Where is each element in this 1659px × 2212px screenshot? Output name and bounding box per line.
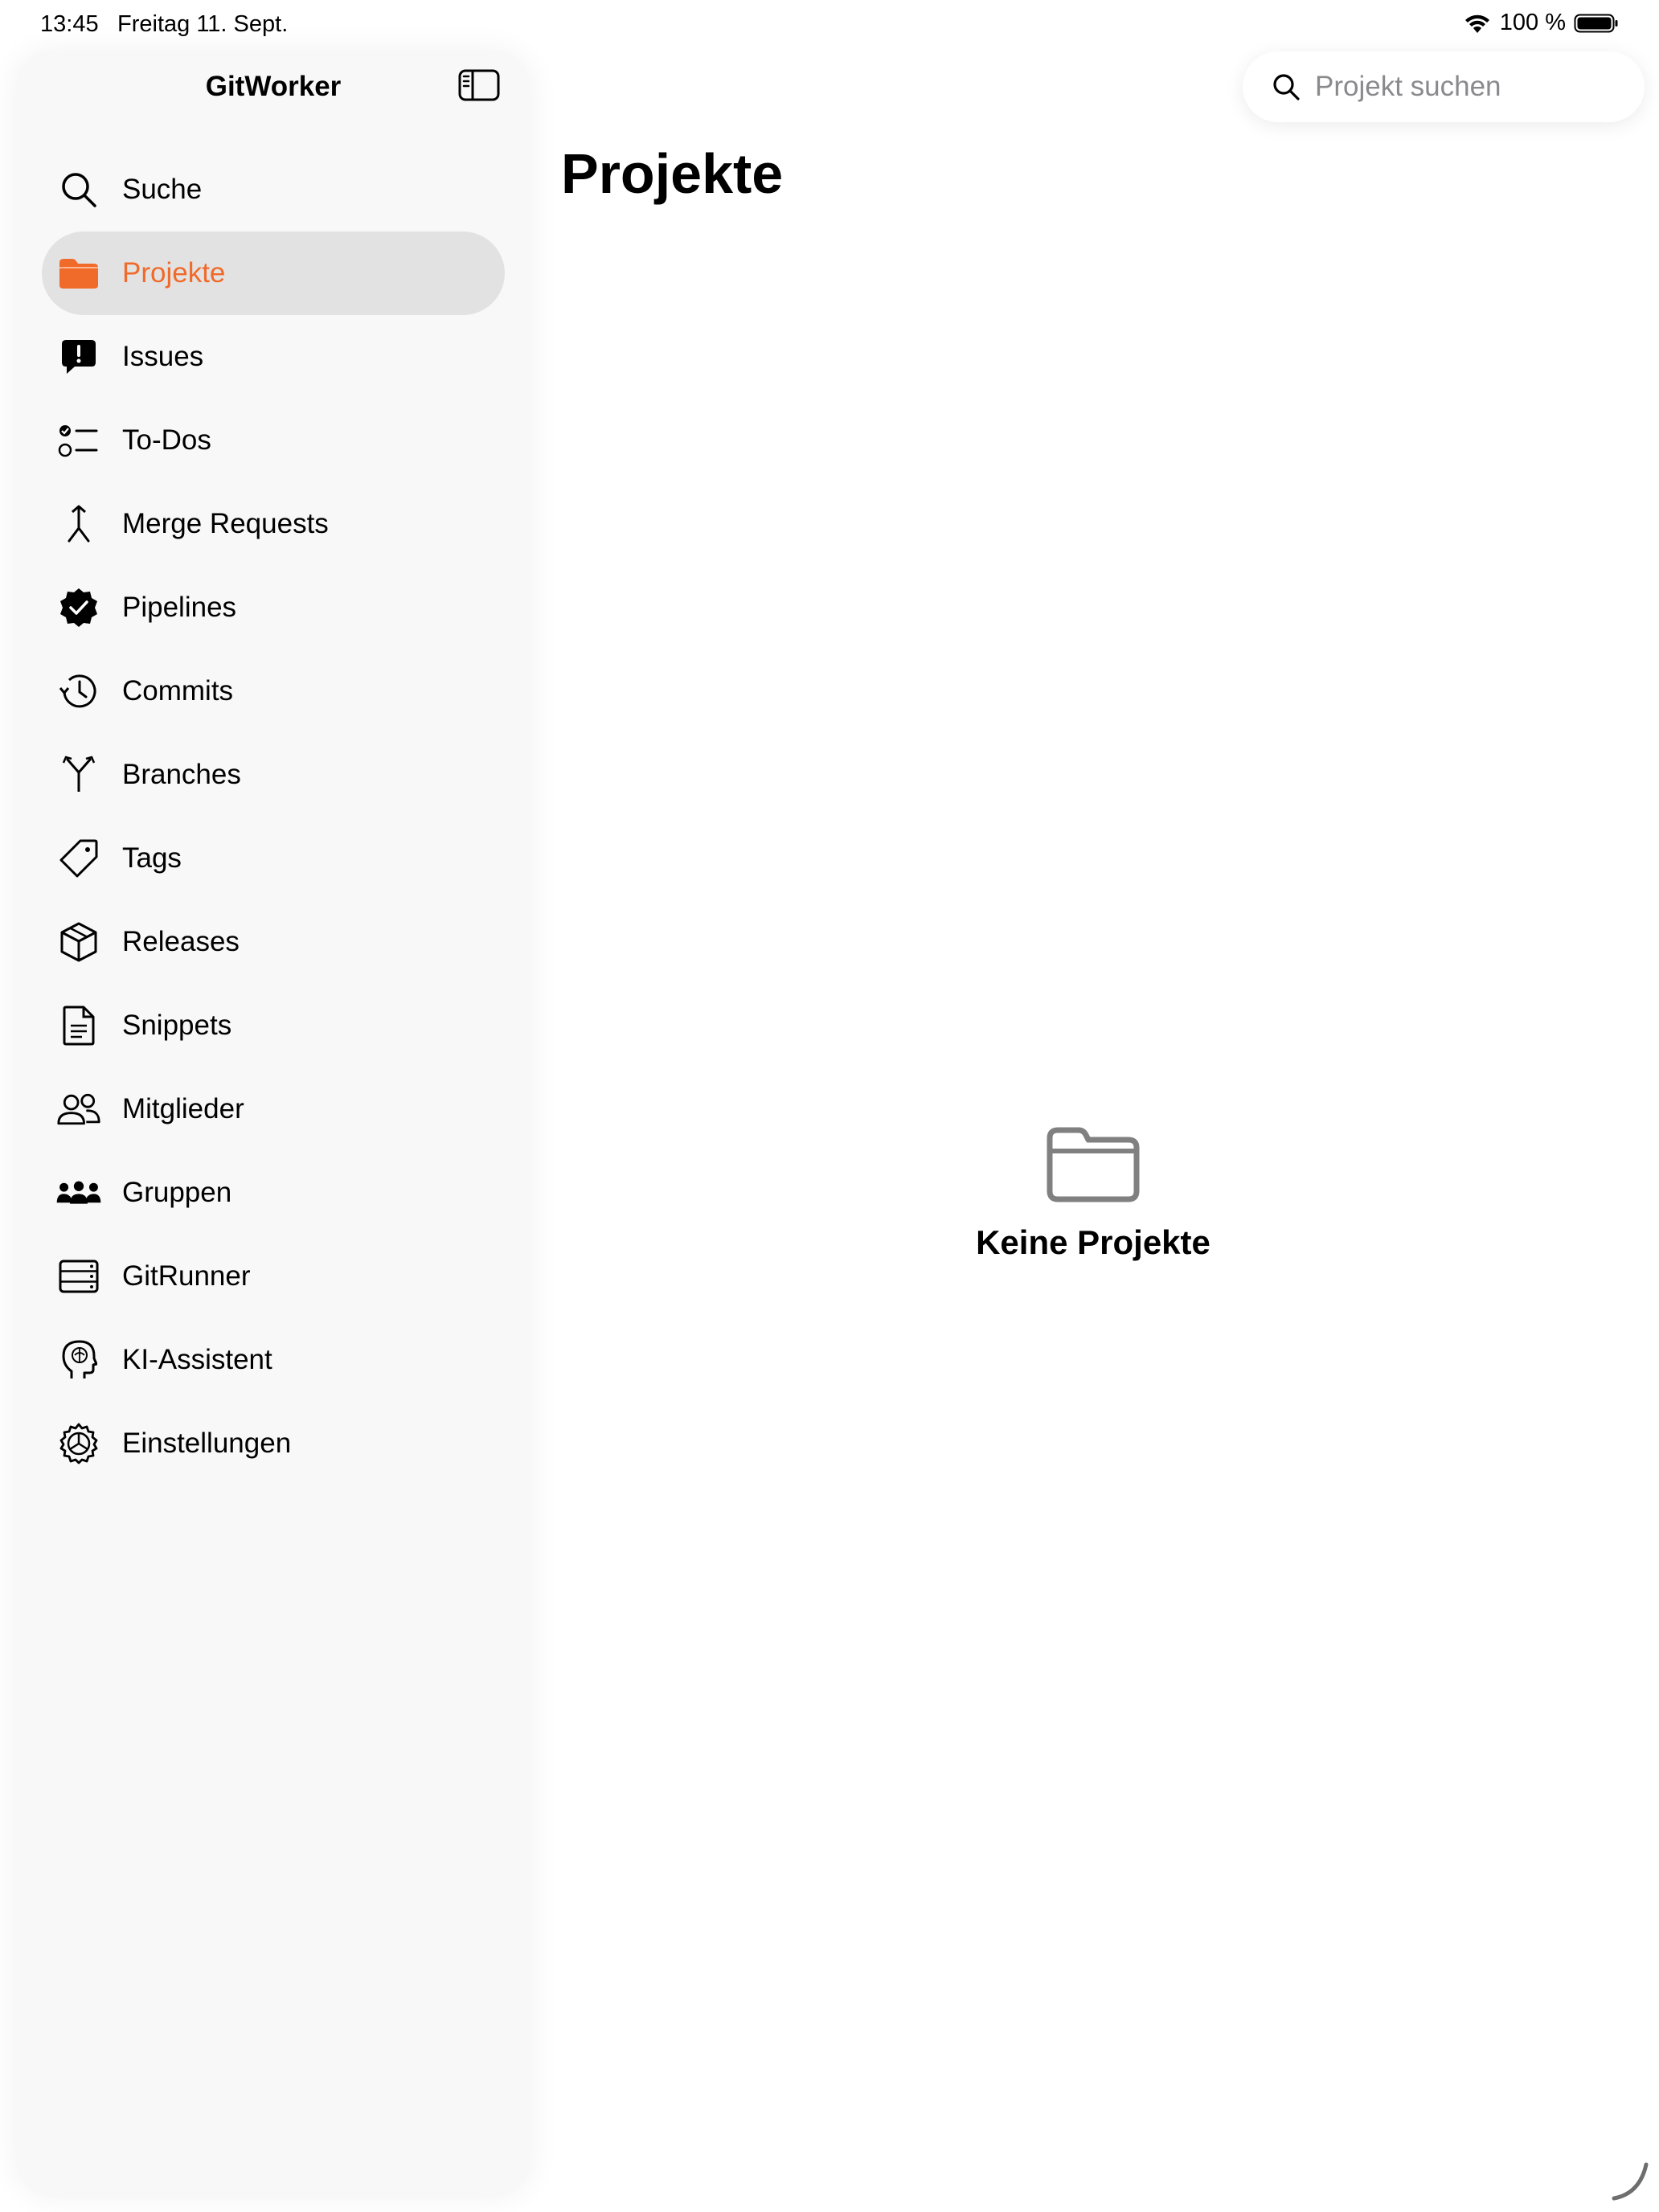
sidebar-item-gruppen[interactable]: Gruppen — [42, 1151, 505, 1235]
cube-box-icon — [56, 920, 101, 965]
sidebar-header: GitWorker — [16, 51, 530, 122]
branch-icon — [56, 752, 101, 797]
resize-corner-icon[interactable] — [1608, 2158, 1653, 2207]
sidebar-toggle-button[interactable] — [458, 69, 500, 104]
tag-icon — [56, 836, 101, 881]
two-people-icon — [56, 1087, 101, 1132]
merge-icon — [56, 502, 101, 547]
battery-icon — [1574, 12, 1619, 35]
exclamation-bubble-icon — [56, 334, 101, 379]
sidebar-item-gitrunner[interactable]: GitRunner — [42, 1235, 505, 1318]
sidebar-item-label: To-Dos — [122, 424, 211, 456]
folder-outline-icon — [1045, 1125, 1141, 1206]
document-icon — [56, 1003, 101, 1048]
sidebar-item-projekte[interactable]: Projekte — [42, 231, 505, 315]
sidebar-item-mitglieder[interactable]: Mitglieder — [42, 1067, 505, 1151]
status-indicators: 100 % — [1463, 10, 1619, 36]
empty-state: Keine Projekte — [900, 1125, 1286, 1262]
magnifyingglass-icon — [56, 167, 101, 212]
sidebar-item-merge-requests[interactable]: Merge Requests — [42, 482, 505, 566]
sidebar-item-label: Issues — [122, 341, 204, 372]
battery-percent: 100 % — [1499, 10, 1566, 35]
history-clock-icon — [56, 669, 101, 714]
sidebar-item-to-dos[interactable]: To-Dos — [42, 399, 505, 482]
sidebar-item-label: Snippets — [122, 1010, 232, 1041]
sidebar-item-releases[interactable]: Releases — [42, 900, 505, 984]
checklist-icon — [56, 418, 101, 463]
sidebar-item-tags[interactable]: Tags — [42, 817, 505, 900]
sidebar-item-label: Branches — [122, 759, 241, 790]
gear-icon — [56, 1421, 101, 1466]
sidebar-item-suche[interactable]: Suche — [42, 148, 505, 231]
search-icon — [1272, 72, 1301, 105]
wifi-icon — [1463, 12, 1492, 35]
sidebar-item-label: Releases — [122, 926, 240, 957]
search-placeholder: Projekt suchen — [1315, 71, 1501, 102]
sidebar-item-snippets[interactable]: Snippets — [42, 984, 505, 1067]
sidebar-item-label: Mitglieder — [122, 1093, 244, 1124]
sidebar-item-label: Pipelines — [122, 592, 237, 623]
sidebar-item-label: Einstellungen — [122, 1428, 292, 1459]
page-title: Projekte — [561, 142, 784, 205]
checkmark-seal-icon — [56, 585, 101, 630]
sidebar-item-label: KI-Assistent — [122, 1344, 272, 1375]
sidebar-item-label: Gruppen — [122, 1177, 232, 1208]
status-bar: 13:45 Freitag 11. Sept. 100 % — [0, 0, 1659, 51]
sidebar-item-label: Suche — [122, 174, 203, 205]
empty-state-label: Keine Projekte — [976, 1223, 1210, 1261]
sidebar-item-pipelines[interactable]: Pipelines — [42, 566, 505, 649]
sidebar-item-issues[interactable]: Issues — [42, 315, 505, 399]
sidebar-item-label: GitRunner — [122, 1260, 251, 1292]
search-input[interactable]: Projekt suchen — [1243, 51, 1645, 122]
sidebar-item-branches[interactable]: Branches — [42, 733, 505, 817]
sidebar-item-label: Commits — [122, 675, 234, 707]
status-time: 13:45 — [40, 11, 99, 37]
sidebar: GitWorker Suche Projekte Issues To-Dos M… — [16, 51, 530, 2196]
three-people-icon — [56, 1170, 101, 1215]
sidebar-item-label: Projekte — [122, 257, 226, 289]
sidebar-item-einstellungen[interactable]: Einstellungen — [42, 1402, 505, 1485]
sidebar-toggle-icon — [458, 69, 500, 105]
server-rack-icon — [56, 1254, 101, 1299]
brain-head-icon — [56, 1337, 101, 1382]
sidebar-title: GitWorker — [205, 71, 342, 102]
sidebar-item-label: Tags — [122, 842, 182, 874]
sidebar-item-commits[interactable]: Commits — [42, 649, 505, 733]
status-date: Freitag 11. Sept. — [117, 11, 289, 37]
sidebar-item-ki-assistent[interactable]: KI-Assistent — [42, 1318, 505, 1402]
folder-icon — [56, 251, 101, 296]
sidebar-item-label: Merge Requests — [122, 508, 329, 539]
